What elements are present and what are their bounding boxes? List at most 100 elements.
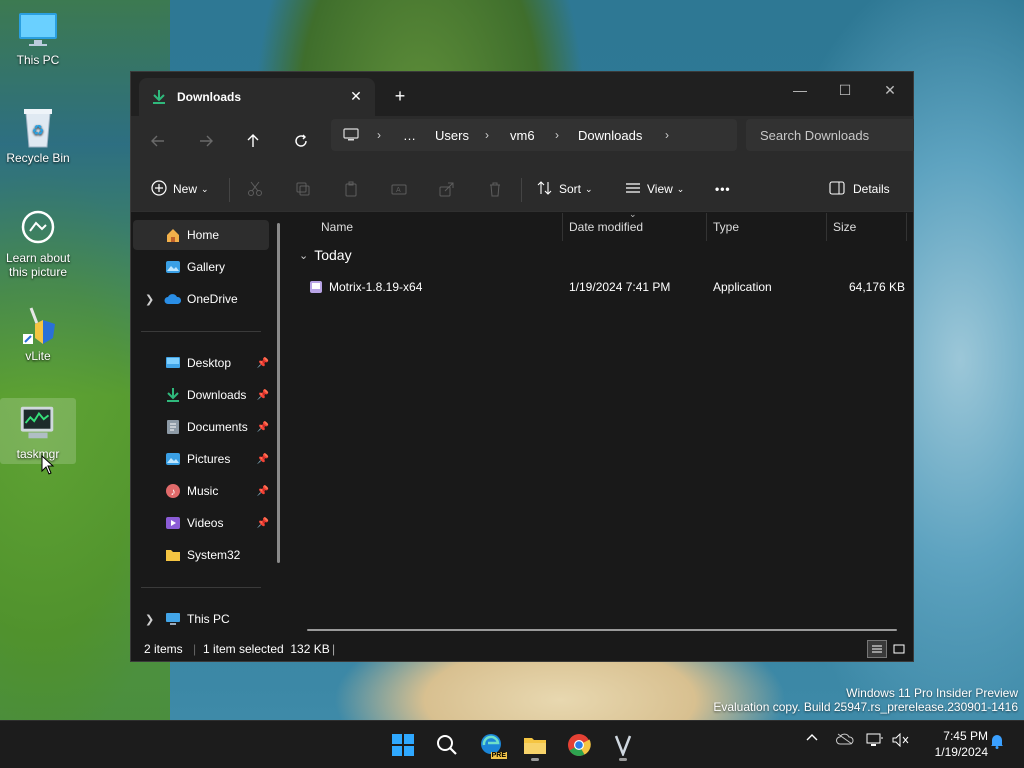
sort-button[interactable]: Sort ⌄: [537, 166, 593, 212]
file-size: 64,176 KB: [849, 280, 906, 294]
breadcrumb-overflow[interactable]: …: [403, 119, 416, 151]
desktop-icon-taskmgr[interactable]: taskmgr: [0, 398, 76, 464]
share-icon: [439, 182, 454, 197]
nav-item-documents[interactable]: Documents 📌: [133, 412, 269, 442]
start-button[interactable]: [385, 728, 421, 762]
clock-time: 7:45 PM: [943, 729, 988, 743]
onedrive-tray-icon[interactable]: [836, 733, 854, 745]
edge-preview-button[interactable]: PRE: [473, 728, 509, 762]
new-label: New: [173, 182, 198, 196]
desktop-icon-vlite[interactable]: vLite: [0, 304, 76, 363]
search-icon: [437, 735, 457, 755]
vlite-taskbar-button[interactable]: [605, 728, 641, 762]
download-arrow-icon: [151, 89, 167, 105]
copy-button[interactable]: [295, 166, 311, 212]
watermark-line-2: Evaluation copy. Build 25947.rs_prerelea…: [713, 700, 1018, 714]
desktop-icon-recycle-bin[interactable]: ♻ Recycle Bin: [0, 106, 76, 165]
desktop-icon-learn-about-picture[interactable]: Learn about this picture: [0, 206, 76, 279]
column-divider[interactable]: [562, 213, 563, 241]
status-selection: 1 item selected 132 KB: [203, 642, 330, 656]
chevron-right-icon[interactable]: ›: [665, 119, 669, 151]
show-hidden-icons-button[interactable]: [804, 733, 820, 741]
column-header-type[interactable]: Type: [713, 213, 739, 241]
pin-icon: 📌: [256, 389, 269, 401]
network-icon[interactable]: [866, 733, 884, 747]
nav-label: Home: [187, 228, 220, 242]
search-input[interactable]: Search Downloads: [746, 119, 914, 151]
desktop-icon-this-pc[interactable]: This PC: [0, 8, 76, 67]
close-window-button[interactable]: ✕: [867, 76, 913, 104]
breadcrumb-users[interactable]: Users: [435, 119, 469, 151]
refresh-button[interactable]: [286, 127, 316, 155]
maximize-button[interactable]: ☐: [822, 76, 868, 104]
breadcrumb-downloads[interactable]: Downloads: [578, 119, 642, 151]
list-view-icon: [625, 181, 641, 198]
nav-item-desktop[interactable]: Desktop 📌: [133, 348, 269, 378]
chrome-button[interactable]: [561, 728, 597, 762]
title-bar[interactable]: Downloads ✕ + — ☐ ✕: [131, 72, 913, 116]
nav-item-this-pc[interactable]: ❯ This PC: [133, 604, 269, 634]
running-indicator: [531, 758, 539, 761]
forward-button[interactable]: [191, 127, 221, 155]
plus-circle-icon: [151, 179, 167, 199]
minimize-button[interactable]: —: [777, 76, 823, 104]
nav-item-music[interactable]: ♪ Music 📌: [133, 476, 269, 506]
group-header-today[interactable]: ⌄ Today: [299, 247, 352, 263]
table-row[interactable]: Motrix-1.8.19-x64 1/19/2024 7:41 PM Appl…: [299, 273, 909, 301]
back-button[interactable]: [143, 127, 173, 155]
this-pc-monitor-icon[interactable]: [343, 119, 359, 151]
nav-item-pictures[interactable]: Pictures 📌: [133, 444, 269, 474]
column-header-size[interactable]: Size: [833, 213, 856, 241]
notification-bell-icon[interactable]: [988, 733, 1006, 749]
nav-item-videos[interactable]: Videos 📌: [133, 508, 269, 538]
pictures-icon: [164, 450, 182, 468]
nav-item-gallery[interactable]: Gallery: [133, 252, 269, 282]
cut-button[interactable]: [247, 166, 263, 212]
clock[interactable]: 7:45 PM 1/19/2024: [918, 728, 988, 760]
delete-button[interactable]: [487, 166, 503, 212]
new-tab-button[interactable]: +: [387, 84, 413, 108]
column-divider[interactable]: [706, 213, 707, 241]
column-header-name[interactable]: Name: [321, 213, 353, 241]
more-options-button[interactable]: •••: [715, 166, 731, 212]
rename-icon: A: [391, 184, 407, 195]
new-button[interactable]: New ⌄: [151, 166, 209, 212]
nav-scrollbar[interactable]: [277, 223, 280, 563]
tab-downloads[interactable]: Downloads ✕: [139, 78, 375, 116]
up-button[interactable]: [238, 127, 268, 155]
file-type: Application: [713, 280, 772, 294]
tab-close-button[interactable]: ✕: [347, 87, 365, 105]
nav-item-system32[interactable]: System32: [133, 540, 269, 570]
arrow-right-icon: [200, 135, 213, 147]
chevron-right-icon[interactable]: ❯: [145, 613, 154, 626]
vlite-icon: [614, 735, 632, 756]
view-label: View: [647, 182, 673, 196]
nav-item-downloads[interactable]: Downloads 📌: [133, 380, 269, 410]
horizontal-scrollbar[interactable]: [307, 629, 897, 631]
breadcrumb-vm6[interactable]: vm6: [510, 119, 535, 151]
chevron-right-icon: ›: [377, 128, 381, 142]
nav-label: Downloads: [187, 388, 247, 402]
details-pane-button[interactable]: Details: [829, 166, 890, 212]
details-view-button[interactable]: [867, 640, 887, 658]
rename-button[interactable]: A: [391, 166, 407, 212]
tiles-view-icon: [893, 644, 905, 654]
preview-badge: PRE: [490, 752, 507, 759]
column-divider[interactable]: [906, 213, 907, 241]
paste-button[interactable]: [343, 166, 359, 212]
nav-label: Videos: [187, 516, 224, 530]
volume-muted-icon[interactable]: [892, 733, 910, 747]
address-bar[interactable]: › … Users › vm6 › Downloads ›: [331, 119, 737, 151]
column-divider[interactable]: [826, 213, 827, 241]
nav-item-onedrive[interactable]: ❯ OneDrive: [133, 284, 269, 314]
scissors-icon: [248, 181, 262, 196]
chevron-right-icon[interactable]: ❯: [145, 293, 154, 306]
status-separator: |: [332, 642, 336, 656]
view-button[interactable]: View ⌄: [625, 166, 684, 212]
share-button[interactable]: [439, 166, 455, 212]
search-button[interactable]: [429, 728, 465, 762]
vlite-shield-icon: [17, 304, 59, 346]
tiles-view-button[interactable]: [889, 640, 909, 658]
file-explorer-taskbar-button[interactable]: [517, 728, 553, 762]
nav-item-home[interactable]: Home: [133, 220, 269, 250]
